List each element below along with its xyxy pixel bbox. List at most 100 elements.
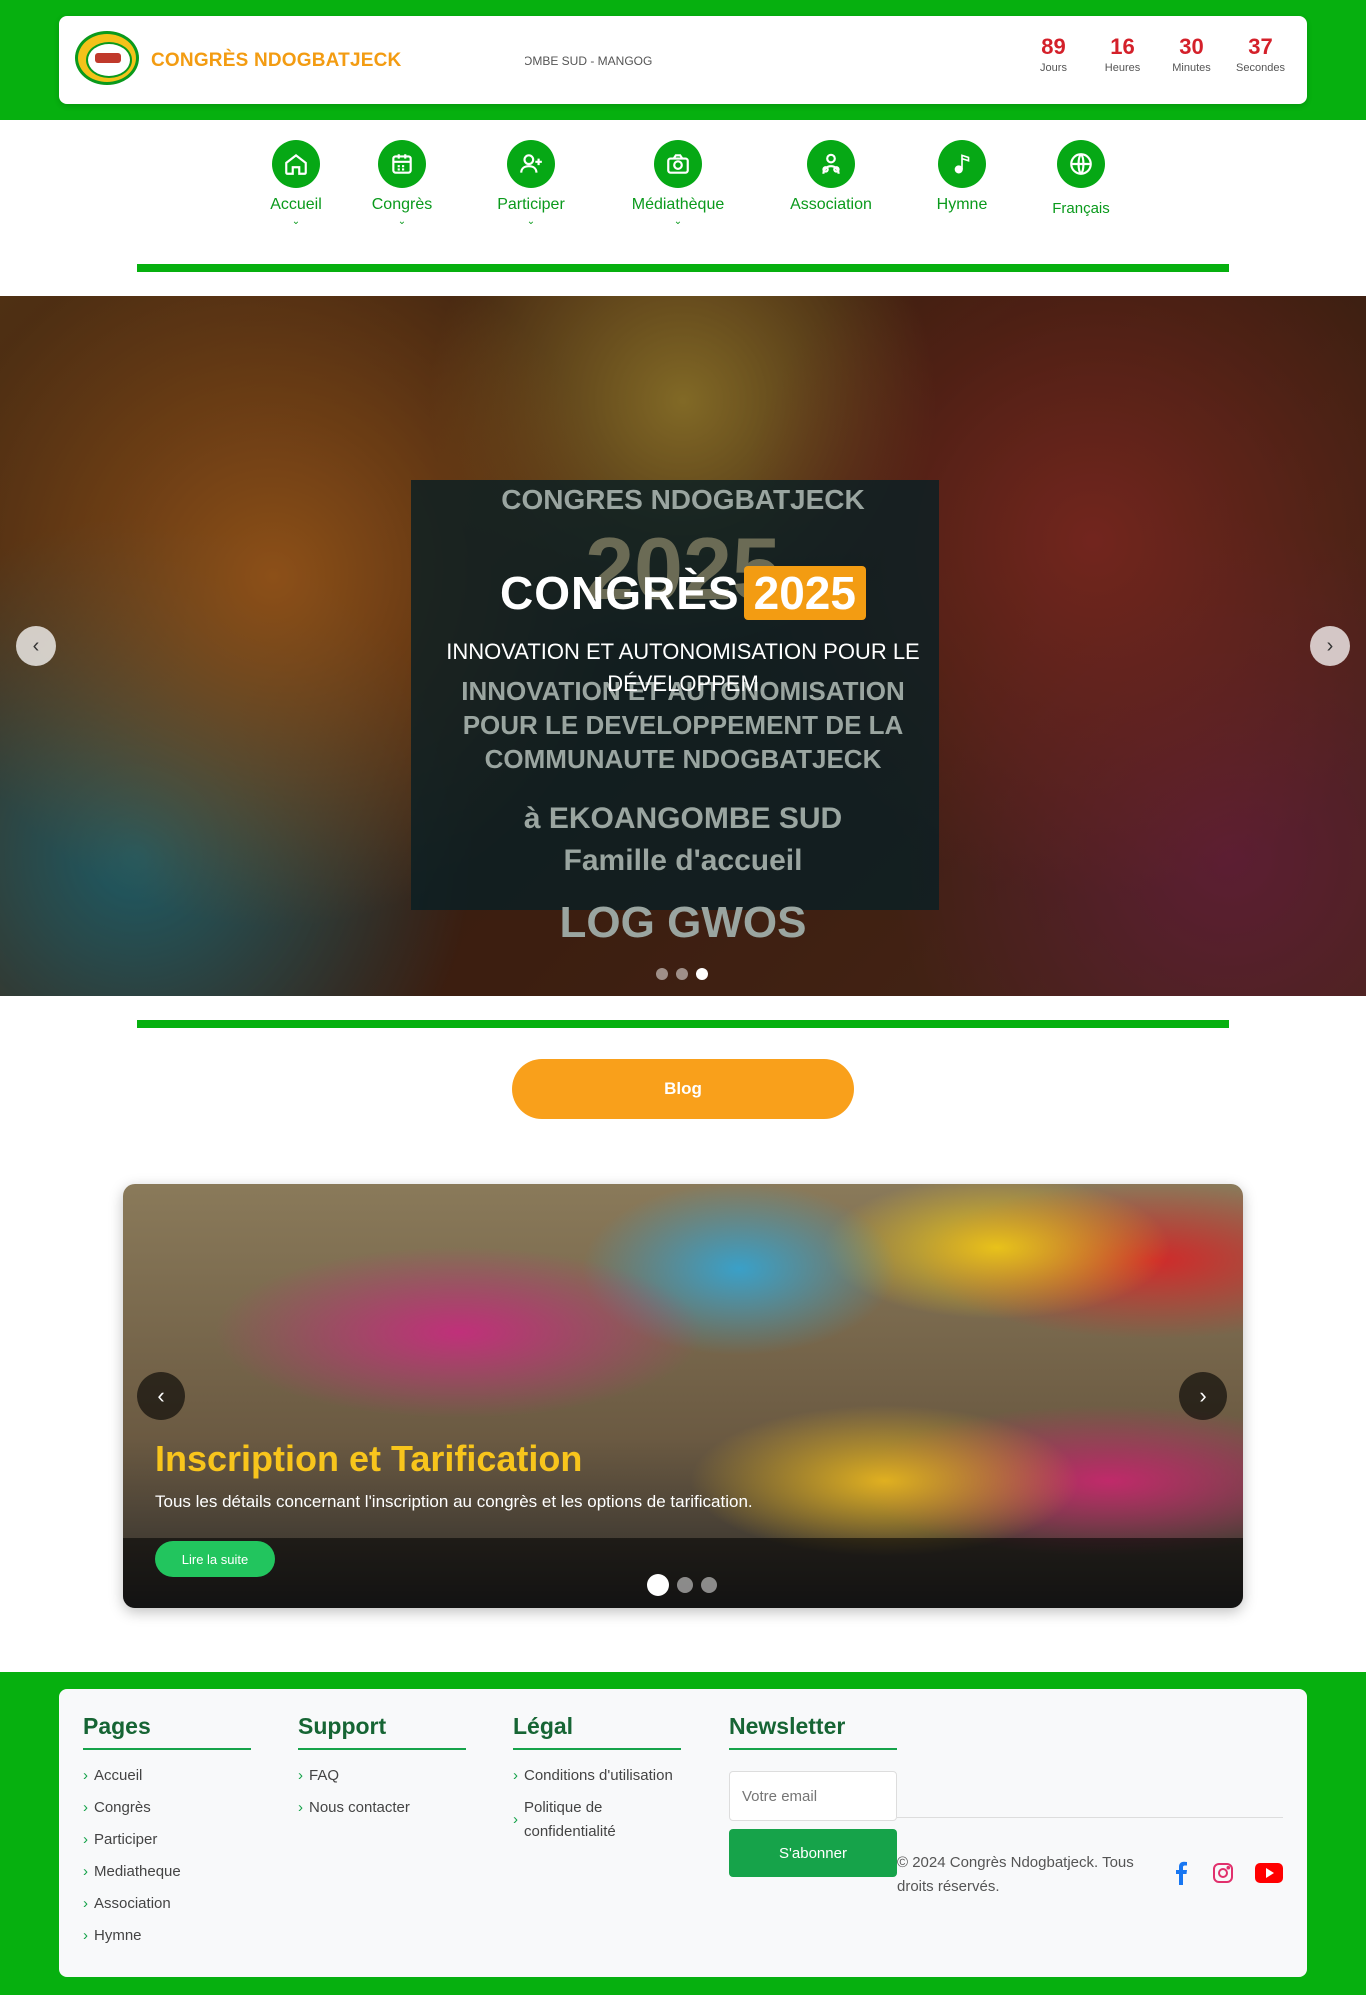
language-label: Français — [1052, 200, 1110, 217]
slider-prev-button[interactable]: ‹ — [137, 1372, 185, 1420]
logo[interactable] — [75, 31, 139, 85]
newsletter-email-input[interactable] — [729, 1771, 897, 1821]
chevron-right-icon: › — [298, 1767, 303, 1784]
countdown-value: 89 — [1041, 34, 1066, 59]
footer-link-label: Participer — [94, 1831, 158, 1848]
chevron-right-icon: › — [83, 1767, 88, 1784]
slide-title: Inscription et Tarification — [155, 1438, 583, 1479]
footer-heading: Pages — [83, 1713, 251, 1750]
chevron-right-icon: › — [83, 1895, 88, 1912]
countdown-days: 89 Jours — [1019, 34, 1088, 74]
hero-next-button[interactable]: › — [1310, 626, 1350, 666]
slider-pagination — [647, 1574, 717, 1596]
countdown-seconds: 37 Secondes — [1226, 34, 1295, 74]
article-carousel: ‹ › Inscription et Tarification Tous les… — [123, 1184, 1243, 1608]
slider-next-button[interactable]: › — [1179, 1372, 1227, 1420]
footer-link[interactable]: › Nous contacter — [298, 1796, 466, 1820]
countdown-value: 30 — [1179, 34, 1204, 59]
poster-line: CONGRES NDOGBATJECK — [501, 484, 865, 515]
blog-button[interactable]: Blog — [512, 1059, 854, 1119]
footer-link-label: Hymne — [94, 1927, 142, 1944]
divider — [897, 1817, 1283, 1818]
chevron-right-icon: › — [83, 1927, 88, 1944]
nav-item-mediatheque[interactable]: Médiathèque ⌄ — [622, 140, 734, 227]
countdown-hours: 16 Heures — [1088, 34, 1157, 74]
countdown-label: Secondes — [1236, 62, 1285, 74]
footer-link[interactable]: › Politique de confidentialité — [513, 1796, 681, 1844]
nav-label: Association — [790, 196, 872, 213]
footer-pages: Pages › Accueil › Congrès › Participer › Med… — [83, 1713, 251, 1956]
language-selector[interactable]: Français — [1040, 140, 1122, 217]
chevron-right-icon: › — [298, 1799, 303, 1816]
chevron-down-icon: ⌄ — [291, 216, 301, 227]
footer-link[interactable]: › Participer — [83, 1828, 251, 1852]
footer-link[interactable]: › Accueil — [83, 1764, 251, 1788]
hero-carousel: CONGRES NDOGBATJECK 2025 INNOVATION ET A… — [0, 296, 1366, 996]
nav-label: Médiathèque — [631, 196, 725, 213]
youtube-icon[interactable] — [1255, 1859, 1283, 1887]
facebook-icon[interactable] — [1167, 1859, 1195, 1887]
footer-heading: Légal — [513, 1713, 681, 1750]
footer-link-label: Politique de confidentialité — [524, 1799, 616, 1840]
hero-prev-button[interactable]: ‹ — [16, 626, 56, 666]
footer-link-label: FAQ — [309, 1767, 340, 1784]
nav-item-congres[interactable]: Congrès ⌄ — [362, 140, 442, 227]
nav-item-hymne[interactable]: Hymne — [922, 140, 1002, 214]
subscribe-button[interactable]: S'abonner — [729, 1829, 897, 1877]
poster-line: LOG GWOS — [559, 898, 807, 947]
hero-title-word: CONGRÈS — [500, 567, 740, 619]
hero-title-year: 2025 — [743, 566, 866, 620]
slide-description: Tous les détails concernant l'inscriptio… — [155, 1492, 753, 1511]
chevron-right-icon: › — [513, 1767, 518, 1784]
globe-icon — [1057, 140, 1105, 188]
footer-link[interactable]: › Association — [83, 1892, 251, 1916]
chevron-down-icon: ⌄ — [673, 216, 683, 227]
music-icon — [938, 140, 986, 188]
hero-dot[interactable] — [676, 968, 688, 980]
footer-link[interactable]: › Mediatheque — [83, 1860, 251, 1884]
hero-dot-active[interactable] — [696, 968, 708, 980]
footer-heading: Newsletter — [729, 1713, 897, 1750]
footer-support: Support › FAQ › Nous contacter — [298, 1713, 466, 1828]
footer-link[interactable]: › Hymne — [83, 1924, 251, 1948]
poster-line: POUR LE DEVELOPPEMENT DE LA — [462, 710, 904, 740]
divider — [137, 1020, 1229, 1028]
slider-dot-active[interactable] — [647, 1574, 669, 1596]
nav-label: Accueil — [270, 196, 322, 213]
news-ticker: OMBE SUD - MANGOG — [525, 54, 725, 72]
slider-dot[interactable] — [701, 1577, 717, 1593]
chevron-left-icon: ‹ — [32, 634, 40, 657]
nav-item-participer[interactable]: Participer ⌄ — [486, 140, 576, 227]
countdown-label: Jours — [1040, 62, 1067, 74]
chevron-down-icon: ⌄ — [526, 216, 536, 227]
footer-newsletter: Newsletter — [729, 1713, 897, 1764]
hero-title: CONGRÈS 2025 — [0, 566, 1366, 620]
instagram-icon[interactable] — [1209, 1859, 1237, 1887]
countdown-label: Minutes — [1172, 62, 1211, 74]
footer-link-label: Mediatheque — [94, 1863, 181, 1880]
footer-link[interactable]: › Congrès — [83, 1796, 251, 1820]
chevron-right-icon: › — [83, 1863, 88, 1880]
nav-label: Hymne — [936, 196, 988, 213]
users-icon — [807, 140, 855, 188]
divider — [137, 264, 1229, 272]
poster-line: à EKOANGOMBE SUD — [523, 802, 843, 835]
countdown-value: 37 — [1248, 34, 1273, 59]
slider-dot[interactable] — [677, 1577, 693, 1593]
footer-link-label: Congrès — [94, 1799, 151, 1816]
home-icon — [272, 140, 320, 188]
countdown-label: Heures — [1104, 62, 1141, 74]
footer-link[interactable]: › FAQ — [298, 1764, 466, 1788]
hero-dot[interactable] — [656, 968, 668, 980]
footer-link-label: Nous contacter — [309, 1799, 410, 1816]
user-plus-icon — [507, 140, 555, 188]
footer-link[interactable]: › Conditions d'utilisation — [513, 1764, 681, 1788]
nav-item-association[interactable]: Association — [780, 140, 882, 214]
footer-link-label: Accueil — [94, 1767, 143, 1784]
chevron-right-icon: › — [513, 1811, 518, 1828]
nav-item-accueil[interactable]: Accueil ⌄ — [256, 140, 336, 227]
brand-name[interactable]: CONGRÈS NDOGBATJECK — [151, 50, 401, 72]
read-more-button[interactable]: Lire la suite — [155, 1541, 275, 1577]
countdown: 89 Jours 16 Heures 30 Minutes 37 Seconde… — [1019, 34, 1295, 74]
main-nav: Accueil ⌄ Congrès ⌄ Participer ⌄ Médiath… — [0, 120, 1366, 260]
